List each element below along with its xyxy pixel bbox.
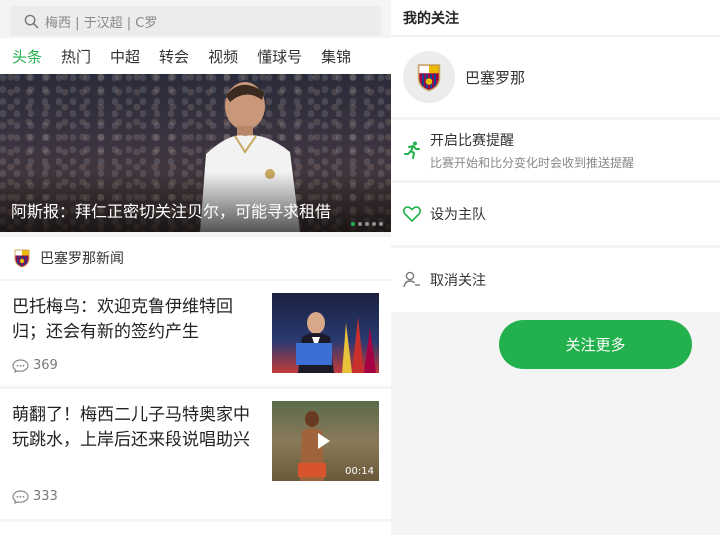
- carousel-dots: [351, 222, 383, 226]
- panel-title: 我的关注: [391, 0, 720, 36]
- follow-panel: 我的关注 巴塞罗那 开启比赛提醒 比赛开始和比分变化时会收到推送提醒 设为主队 …: [391, 0, 720, 535]
- team-name: 巴塞罗那: [465, 68, 526, 87]
- tab-highlights[interactable]: 集锦: [321, 46, 351, 67]
- carousel-dot: [379, 222, 383, 226]
- hero-caption: 阿斯报：拜仁正密切关注贝尔，可能寻求租借: [11, 202, 332, 221]
- tab-video[interactable]: 视频: [208, 46, 238, 67]
- unfollow-label: 取消关注: [430, 273, 486, 289]
- match-reminder-title: 开启比赛提醒: [430, 132, 514, 149]
- tab-hot[interactable]: 热门: [61, 46, 91, 67]
- heart-icon: [402, 206, 422, 222]
- unfollow-user-icon: [403, 271, 420, 288]
- play-icon: [318, 433, 330, 449]
- team-logo: [403, 51, 455, 103]
- news-title: 巴托梅乌：欢迎克鲁伊维特回归；还会有新的签约产生: [12, 297, 233, 342]
- news-item[interactable]: 萌翻了！梅西二儿子马特奥家中玩跳水，上岸后还来段说唱助兴 333 00:14: [0, 389, 391, 519]
- follow-more-button[interactable]: 关注更多: [499, 320, 692, 369]
- tab-csl[interactable]: 中超: [110, 46, 140, 67]
- comment-count-value: 369: [33, 358, 58, 373]
- carousel-dot: [365, 222, 369, 226]
- match-reminder-desc: 比赛开始和比分变化时会收到推送提醒: [430, 155, 635, 170]
- news-item[interactable]: [0, 522, 391, 535]
- club-news-title: 巴塞罗那新闻: [40, 251, 124, 267]
- news-thumbnail: [272, 293, 379, 373]
- search-bar[interactable]: 梅西 | 于汉超 | C罗: [10, 6, 381, 36]
- comment-count-value: 333: [33, 489, 58, 504]
- carousel-dot: [351, 222, 355, 226]
- comment-count: 369: [12, 358, 58, 373]
- tab-bar: 头条 热门 中超 转会 视频 懂球号 集锦: [0, 38, 391, 74]
- tab-headlines[interactable]: 头条: [12, 46, 42, 67]
- search-icon: [24, 14, 39, 28]
- search-placeholder: 梅西 | 于汉超 | C罗: [45, 15, 158, 31]
- hero-banner[interactable]: 阿斯报：拜仁正密切关注贝尔，可能寻求租借: [0, 74, 391, 232]
- comment-icon: [12, 358, 29, 373]
- match-reminder-option[interactable]: 开启比赛提醒 比赛开始和比分变化时会收到推送提醒: [391, 120, 720, 180]
- tab-transfer[interactable]: 转会: [159, 46, 189, 67]
- news-title: 萌翻了！梅西二儿子马特奥家中玩跳水，上岸后还来段说唱助兴: [12, 405, 250, 450]
- news-panel: 梅西 | 于汉超 | C罗 头条 热门 中超 转会 视频 懂球号 集锦 阿斯报：…: [0, 0, 391, 535]
- video-thumbnail[interactable]: 00:14: [272, 401, 379, 481]
- barcelona-crest-icon: [14, 249, 30, 268]
- comment-count: 333: [12, 489, 58, 504]
- thumbnail-image: [296, 312, 376, 373]
- video-duration: 00:14: [345, 466, 374, 477]
- carousel-dot: [372, 222, 376, 226]
- followed-team[interactable]: 巴塞罗那: [391, 37, 720, 117]
- club-news-header[interactable]: 巴塞罗那新闻: [0, 237, 391, 279]
- carousel-dot: [358, 222, 362, 226]
- set-home-team-label: 设为主队: [430, 207, 486, 223]
- barcelona-crest-icon: [417, 64, 441, 92]
- running-icon: [404, 141, 420, 159]
- comment-icon: [12, 489, 29, 504]
- unfollow-option[interactable]: 取消关注: [391, 248, 720, 312]
- set-home-team-option[interactable]: 设为主队: [391, 183, 720, 245]
- tab-dongqiuhao[interactable]: 懂球号: [257, 46, 302, 67]
- news-item[interactable]: 巴托梅乌：欢迎克鲁伊维特回归；还会有新的签约产生 369: [0, 281, 391, 386]
